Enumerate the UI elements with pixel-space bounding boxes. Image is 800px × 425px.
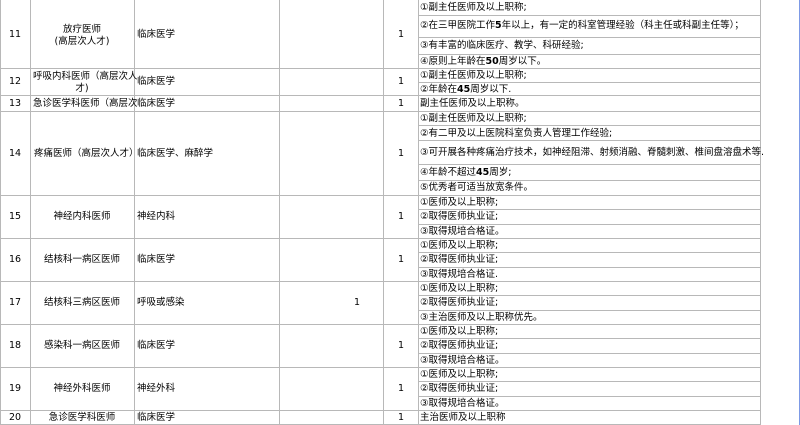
requirement-line: ③取得规培合格证.: [420, 269, 499, 280]
requirement-line: ①医师及以上职称;: [420, 197, 499, 208]
requirement-line: ②取得医师执业证;: [420, 211, 499, 222]
requirement-line: ④年龄不超过45周岁;: [420, 167, 512, 178]
requirement-line: ①医师及以上职称;: [420, 240, 499, 251]
requirement-line: ②年龄在45周岁以下.: [420, 84, 512, 95]
position-name: (高层次人才): [54, 36, 110, 47]
position-name: 感染科一病区医师: [43, 340, 120, 351]
requirement-line: ③有丰富的临床医疗、教学、科研经验;: [420, 40, 584, 51]
row-number: 12: [8, 76, 22, 87]
major-field: 临床医学: [137, 29, 176, 40]
position-name: 神经外科医师: [53, 383, 111, 394]
requirement-line: ①副主任医师及以上职称;: [420, 70, 527, 81]
major-field: 临床医学: [137, 76, 176, 87]
requirement-line: ②在三甲医院工作5年以上，有一定的科室管理经验（科主任或科副主任等）；: [420, 20, 744, 31]
requirement-line: ①医师及以上职称;: [420, 369, 499, 380]
requirement-line: ②有二甲及以上医院科室负责人管理工作经验;: [420, 128, 613, 139]
requirement-line: ①副主任医师及以上职称;: [420, 2, 527, 13]
position-name: 结核科一病区医师: [43, 254, 120, 265]
major-field: 临床医学: [137, 254, 176, 265]
position-name: 神经内科医师: [53, 211, 111, 222]
row-number: 11: [8, 29, 22, 40]
position-name: 急诊医学科医师: [48, 412, 116, 423]
headcount: 1: [398, 211, 405, 222]
row-number: 16: [8, 254, 22, 265]
position-name: 才): [75, 83, 89, 94]
requirement-line: ①医师及以上职称;: [420, 283, 499, 294]
requirement-line: ③主治医师及以上职称优先。: [420, 312, 543, 323]
row-number: 20: [8, 412, 22, 423]
row-number: 14: [8, 148, 22, 159]
headcount: 1: [398, 98, 405, 109]
major-field: 临床医学: [137, 412, 176, 423]
position-name: 呼吸内科医师（高层次人: [33, 71, 138, 82]
row-number: 17: [8, 297, 22, 308]
position-name: 结核科三病区医师: [43, 297, 120, 308]
requirement-line: ③可开展各种疼痛治疗技术，如神经阻滞、射频消融、脊髓刺激、椎间盘溶盘术等.: [420, 147, 765, 158]
requirement-line: ③取得规培合格证。: [420, 398, 505, 409]
headcount: 1: [398, 340, 405, 351]
requirement-line: ①医师及以上职称;: [420, 326, 499, 337]
requirement-line: ③取得规培合格证。: [420, 355, 505, 366]
row-number: 18: [8, 340, 22, 351]
row-number: 19: [8, 383, 22, 394]
position-name: 疼痛医师（高层次人才）: [34, 148, 139, 159]
headcount: 1: [398, 254, 405, 265]
requirement-line: 主治医师及以上职称: [420, 412, 506, 423]
row-number: 13: [8, 98, 22, 109]
headcount: 1: [398, 412, 405, 423]
requirement-line: ②取得医师执业证;: [420, 383, 499, 394]
requirement-line: ②取得医师执业证;: [420, 254, 499, 265]
requirement-line: ②取得医师执业证;: [420, 297, 499, 308]
major-field: 神经外科: [137, 383, 176, 394]
headcount: 1: [398, 29, 405, 40]
requirement-line: 副主任医师及以上职称。: [420, 98, 525, 109]
major-field: 呼吸或感染: [137, 297, 185, 308]
headcount: 1: [398, 76, 405, 87]
requirement-line: ①副主任医师及以上职称;: [420, 113, 527, 124]
row-number: 15: [8, 211, 22, 222]
requirement-line: ③取得规培合格证。: [420, 226, 505, 237]
major-field: 临床医学: [137, 98, 176, 109]
headcount: 1: [398, 148, 405, 159]
requirement-line: ⑤优秀者可适当放宽条件。: [420, 182, 534, 193]
headcount: 1: [398, 383, 405, 394]
major-field: 神经内科: [137, 211, 176, 222]
requirement-line: ②取得医师执业证;: [420, 340, 499, 351]
position-name: 急诊医学科医师（高层次: [33, 98, 138, 109]
major-field: 临床医学: [137, 340, 176, 351]
headcount: 1: [354, 297, 361, 308]
major-field: 临床医学、麻醉学: [137, 148, 214, 159]
requirement-line: ④原则上年龄在50周岁以下。: [420, 56, 547, 67]
position-name: 放疗医师: [62, 24, 101, 35]
